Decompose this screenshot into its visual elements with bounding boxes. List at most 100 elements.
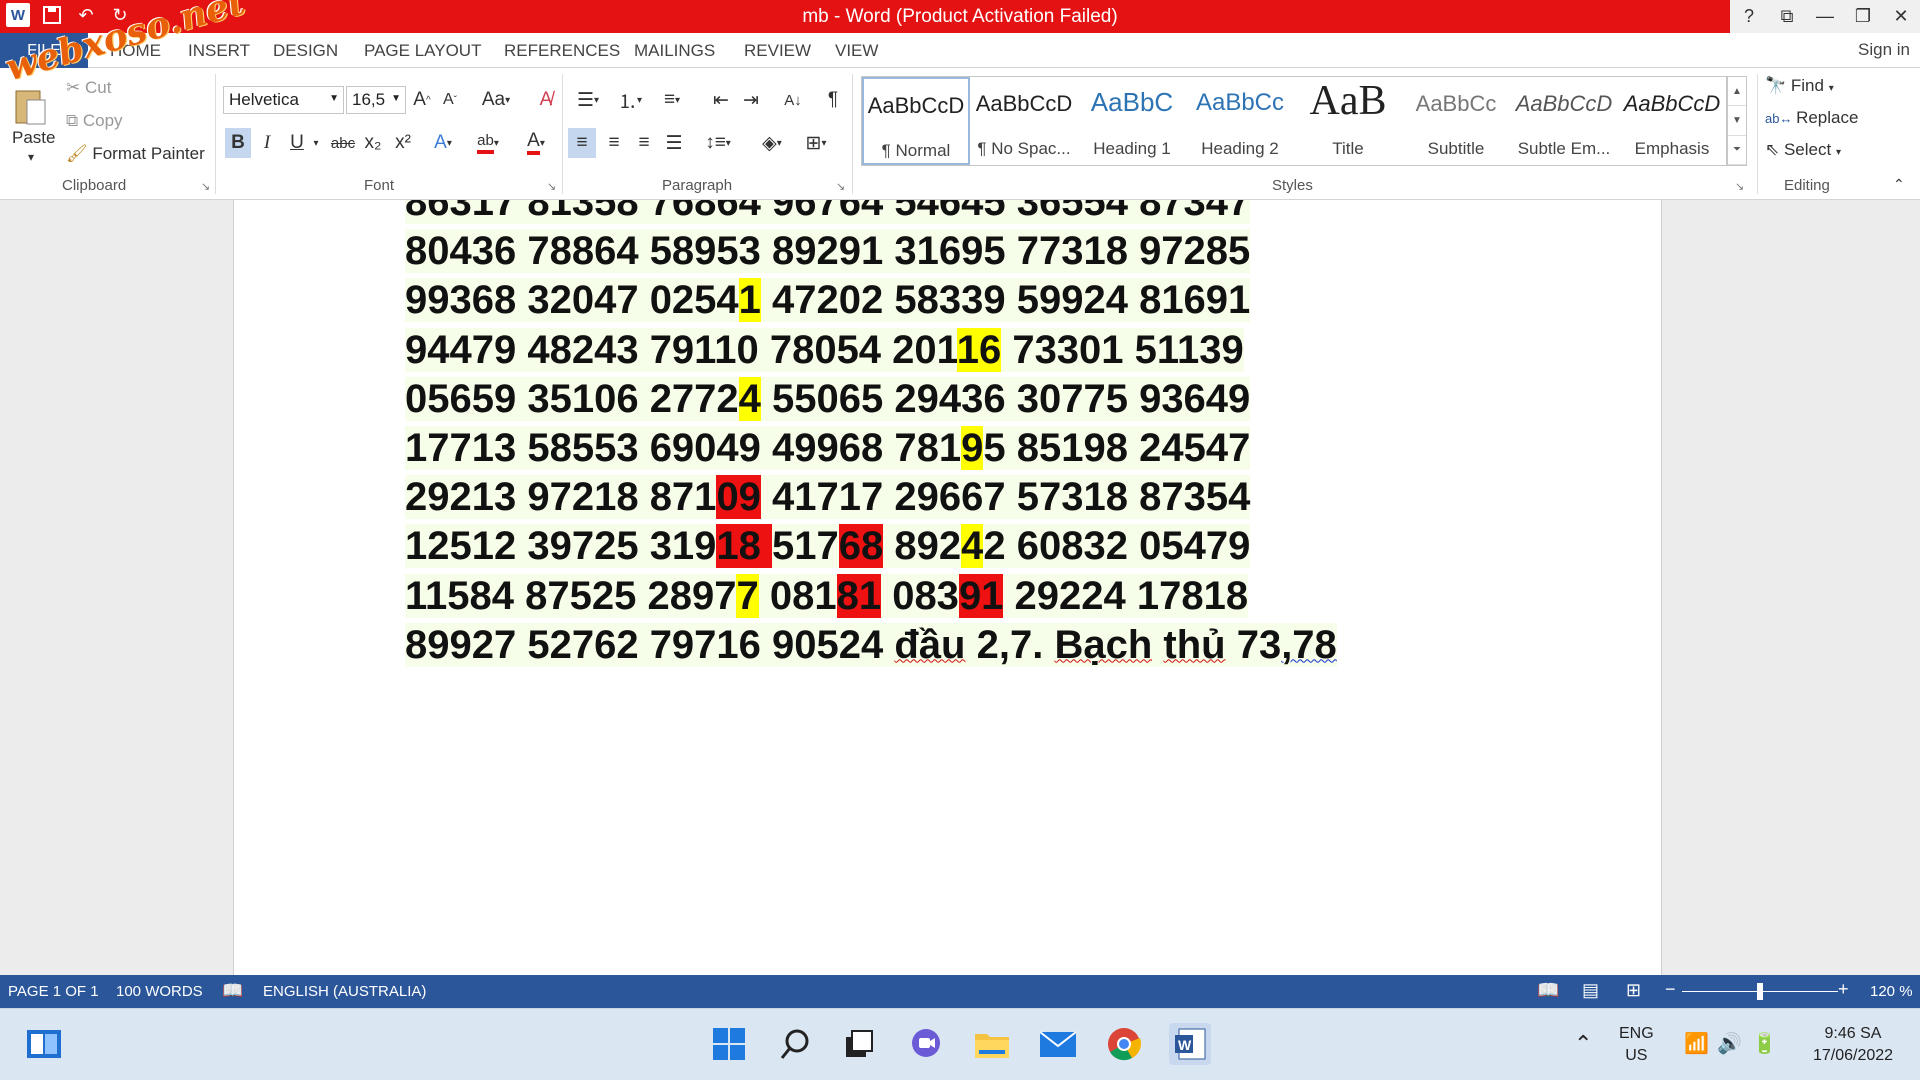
tab-page-layout[interactable]: PAGE LAYOUT <box>364 41 481 61</box>
collapse-ribbon-icon[interactable]: ⌃ <box>1893 176 1905 193</box>
document-line[interactable]: 29213 97218 87109 41717 29667 57318 8735… <box>405 473 1337 522</box>
show-marks-icon[interactable]: ¶ <box>820 86 846 114</box>
ribbon-display-icon[interactable]: ⧉ <box>1768 0 1806 33</box>
zoom-level[interactable]: 120 % <box>1870 983 1913 1000</box>
document-line[interactable]: 80436 78864 58953 89291 31695 77318 9728… <box>405 227 1337 276</box>
increase-indent-icon[interactable]: ⇥ <box>738 86 764 114</box>
chevron-up-icon[interactable]: ⌃ <box>1574 1033 1592 1055</box>
font-launcher-icon[interactable]: ↘ <box>547 180 556 193</box>
underline-button[interactable]: U <box>285 128 309 158</box>
styles-launcher-icon[interactable]: ↘ <box>1735 180 1744 193</box>
print-layout-icon[interactable]: ▤ <box>1582 980 1599 1001</box>
style-normal[interactable]: AaBbCcD ¶ Normal <box>862 77 970 165</box>
document-line[interactable]: 11584 87525 28977 08181 08391 29224 1781… <box>405 572 1337 621</box>
proofing-icon[interactable]: 📖 <box>222 981 243 1001</box>
multilevel-list-icon[interactable]: ≡ ▾ <box>654 86 690 114</box>
battery-icon[interactable]: 🔋 <box>1752 1033 1777 1055</box>
document-line[interactable]: 89927 52762 79716 90524 đầu 2,7. Bạch th… <box>405 621 1337 670</box>
volume-icon[interactable]: 🔊 <box>1717 1033 1742 1055</box>
font-family-select[interactable]: Helvetica ▼ <box>223 86 344 114</box>
tab-review[interactable]: REVIEW <box>744 41 811 61</box>
shrink-font-icon[interactable]: Aˇ <box>438 86 462 114</box>
chevron-down-icon[interactable]: ▾ <box>310 128 322 158</box>
document-body[interactable]: 86317 81358 76864 96764 54645 36554 8734… <box>405 200 1337 670</box>
font-size-select[interactable]: 16,5 ▼ <box>346 86 406 114</box>
scroll-down-icon[interactable]: ▼ <box>1728 106 1746 136</box>
bold-button[interactable]: B <box>225 128 251 158</box>
page-count[interactable]: PAGE 1 OF 1 <box>8 983 99 1000</box>
chrome-icon[interactable] <box>1103 1023 1145 1065</box>
word-taskbar-icon[interactable]: W <box>1169 1023 1211 1065</box>
language-indicator[interactable]: ENGLISH (AUSTRALIA) <box>263 983 426 1000</box>
line-spacing-icon[interactable]: ↕≡ ▾ <box>698 128 738 158</box>
input-language[interactable]: ENG US <box>1619 1023 1654 1067</box>
document-line[interactable]: 12512 39725 31918 51768 89242 60832 0547… <box>405 522 1337 571</box>
select-button[interactable]: ⇖ Select ▾ <box>1765 140 1841 160</box>
document-line[interactable]: 05659 35106 27724 55065 29436 30775 9364… <box>405 375 1337 424</box>
document-page[interactable]: 86317 81358 76864 96764 54645 36554 8734… <box>233 200 1662 975</box>
document-line[interactable]: 17713 58553 69049 49968 78195 85198 2454… <box>405 424 1337 473</box>
text-effects-icon[interactable]: A ▾ <box>428 128 458 158</box>
wifi-icon[interactable]: 📶 <box>1684 1033 1709 1055</box>
clipboard-launcher-icon[interactable]: ↘ <box>201 180 210 193</box>
grow-font-icon[interactable]: A ^ <box>410 86 434 114</box>
style-subtitle[interactable]: AaBbCc Subtitle <box>1402 77 1510 165</box>
file-explorer-icon[interactable] <box>971 1023 1013 1065</box>
align-right-icon[interactable]: ≡ <box>630 128 658 158</box>
clear-formatting-icon[interactable]: A̸ <box>534 86 558 114</box>
align-left-icon[interactable]: ≡ <box>568 128 596 158</box>
paste-button[interactable]: Paste <box>12 128 55 148</box>
copy-button[interactable]: ⧉ Copy <box>66 111 123 131</box>
sort-icon[interactable]: A↓ <box>780 86 806 114</box>
document-line[interactable]: 86317 81358 76864 96764 54645 36554 8734… <box>405 200 1337 227</box>
document-line[interactable]: 94479 48243 79110 78054 20116 73301 5113… <box>405 326 1337 375</box>
style-subtle-emphasis[interactable]: AaBbCcD Subtle Em... <box>1510 77 1618 165</box>
mail-icon[interactable] <box>1037 1023 1079 1065</box>
replace-button[interactable]: ab↔ Replace <box>1765 108 1858 128</box>
cut-button[interactable]: ✂ Cut <box>66 78 111 98</box>
close-icon[interactable]: ✕ <box>1882 0 1920 33</box>
paste-icon[interactable] <box>10 82 50 130</box>
subscript-button[interactable]: x₂ <box>361 128 385 158</box>
chat-icon[interactable] <box>905 1023 947 1065</box>
tab-references[interactable]: REFERENCES <box>504 41 620 61</box>
word-count[interactable]: 100 WORDS <box>116 983 203 1000</box>
document-line[interactable]: 99368 32047 02541 47202 58339 59924 8169… <box>405 276 1337 325</box>
format-painter-button[interactable]: 🖌 Format Painter <box>66 144 205 164</box>
start-icon[interactable] <box>708 1023 750 1065</box>
borders-icon[interactable]: ⊞ ▾ <box>796 128 836 158</box>
bullets-icon[interactable]: ☰ ▾ <box>570 86 606 114</box>
shading-icon[interactable]: ◈ ▾ <box>752 128 792 158</box>
font-color-icon[interactable]: A ▾ <box>516 128 556 158</box>
restore-icon[interactable]: ❐ <box>1844 0 1882 33</box>
decrease-indent-icon[interactable]: ⇤ <box>708 86 734 114</box>
widgets-icon[interactable] <box>23 1023 65 1065</box>
paragraph-launcher-icon[interactable]: ↘ <box>836 180 845 193</box>
superscript-button[interactable]: x² <box>391 128 415 158</box>
style-no-spacing[interactable]: AaBbCcD ¶ No Spac... <box>970 77 1078 165</box>
minimize-icon[interactable]: — <box>1806 0 1844 33</box>
tab-mailings[interactable]: MAILINGS <box>634 41 715 61</box>
zoom-slider-thumb[interactable] <box>1757 983 1763 1000</box>
document-area[interactable]: 86317 81358 76864 96764 54645 36554 8734… <box>0 200 1920 975</box>
zoom-in-icon[interactable]: + <box>1838 979 1849 1000</box>
justify-icon[interactable]: ☰ <box>660 128 688 158</box>
change-case-button[interactable]: Aa ▾ <box>476 86 516 114</box>
style-title[interactable]: AaB Title <box>1294 77 1402 165</box>
scroll-up-icon[interactable]: ▲ <box>1728 77 1746 107</box>
paste-dropdown-icon[interactable]: ▾ <box>28 150 34 164</box>
style-heading-1[interactable]: AaBbC Heading 1 <box>1078 77 1186 165</box>
tab-insert[interactable]: INSERT <box>188 41 250 61</box>
search-icon[interactable] <box>774 1023 816 1065</box>
help-icon[interactable]: ? <box>1730 0 1768 33</box>
numbering-icon[interactable]: ⒈ ▾ <box>612 86 648 114</box>
align-center-icon[interactable]: ≡ <box>600 128 628 158</box>
task-view-icon[interactable] <box>838 1023 880 1065</box>
highlight-color-icon[interactable]: ab ▾ <box>468 128 508 158</box>
zoom-out-icon[interactable]: − <box>1665 979 1676 1000</box>
style-emphasis[interactable]: AaBbCcD Emphasis <box>1618 77 1726 165</box>
clock[interactable]: 9:46 SA 17/06/2022 <box>1798 1023 1908 1067</box>
sign-in-link[interactable]: Sign in <box>1858 40 1910 60</box>
tab-view[interactable]: VIEW <box>835 41 878 61</box>
web-layout-icon[interactable]: ⊞ <box>1626 980 1641 1001</box>
